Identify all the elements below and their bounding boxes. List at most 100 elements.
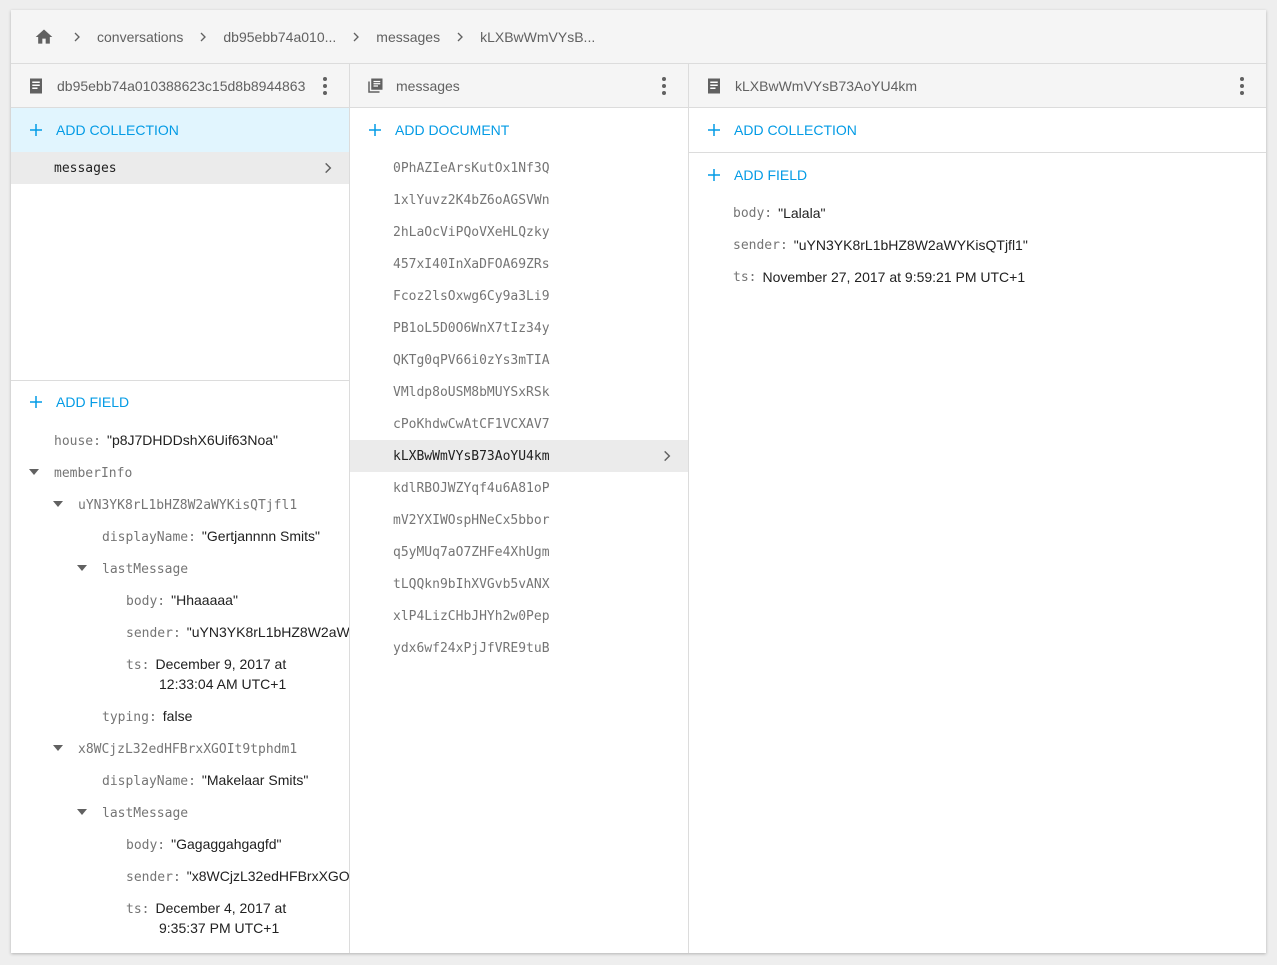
field-m1-sender[interactable]: sender: "uYN3YK8rL1bHZ8W2aWYKisQTjfl1" bbox=[126, 622, 350, 644]
field-row[interactable]: body: "Lalala" bbox=[689, 197, 1266, 229]
triangle-down-icon[interactable] bbox=[29, 467, 39, 477]
document-id: Fcoz2lsOxwg6Cy9a3Li9 bbox=[393, 288, 550, 304]
document-item[interactable]: QKTg0qPV66i0zYs3mTIA bbox=[350, 344, 688, 376]
field-value: "uYN3YK8rL1bHZ8W2aWYKisQTjfl1" bbox=[186, 624, 350, 640]
add-field-button[interactable]: ADD FIELD bbox=[11, 380, 349, 424]
breadcrumb-message-doc[interactable]: kLXBwWmVYsB... bbox=[480, 29, 595, 45]
more-vert-icon[interactable] bbox=[1232, 76, 1252, 96]
plus-icon bbox=[369, 124, 381, 136]
field-m1-displayName[interactable]: displayName: "Gertjannnn Smits" bbox=[102, 526, 320, 548]
message-document-panel: kLXBwWmVYsB73AoYU4km ADD COLLECTION ADD … bbox=[689, 64, 1266, 953]
document-item[interactable]: mV2YXIWOspHNeCx5bbor bbox=[350, 504, 688, 536]
field-m1-body[interactable]: body: "Hhaaaaa" bbox=[126, 590, 238, 612]
field-value: "Makelaar Smits" bbox=[201, 772, 309, 788]
field-value: "Gertjannnn Smits" bbox=[201, 528, 321, 544]
triangle-down-icon[interactable] bbox=[77, 807, 87, 817]
more-vert-icon[interactable] bbox=[315, 76, 335, 96]
field-key: memberInfo bbox=[54, 466, 133, 481]
field-row[interactable]: ts: November 27, 2017 at 9:59:21 PM UTC+1 bbox=[689, 261, 1266, 293]
breadcrumb-conversation-doc[interactable]: db95ebb74a010... bbox=[223, 29, 336, 45]
field-m2-sender[interactable]: sender: "x8WCjzL32edHFBrxXGOIt9tphdm1" bbox=[126, 866, 349, 888]
document-item[interactable]: xlP4LizCHbJHYh2w0Pep bbox=[350, 600, 688, 632]
field-value: December 4, 2017 at bbox=[155, 900, 287, 916]
field-key: sender: bbox=[733, 237, 788, 253]
breadcrumb-conversations[interactable]: conversations bbox=[97, 29, 183, 45]
collection-item-messages[interactable]: messages bbox=[11, 152, 349, 184]
document-item[interactable]: 0PhAZIeArsKutOx1Nf3Q bbox=[350, 152, 688, 184]
add-field-button[interactable]: ADD FIELD bbox=[689, 153, 1266, 197]
field-key: displayName: bbox=[102, 530, 196, 545]
field-key: body: bbox=[126, 838, 166, 853]
document-item[interactable]: ydx6wf24xPjJfVRE9tuB bbox=[350, 632, 688, 664]
document-item[interactable]: cPoKhdwCwAtCF1VCXAV7 bbox=[350, 408, 688, 440]
document-item[interactable]: VMldp8oUSM8bMUYSxRSk bbox=[350, 376, 688, 408]
document-item[interactable]: 457xI40InXaDFOA69ZRs bbox=[350, 248, 688, 280]
document-id: tLQQkn9bIhXVGvb5vANX bbox=[393, 576, 550, 592]
chevron-right-icon bbox=[353, 32, 360, 41]
breadcrumb-messages[interactable]: messages bbox=[376, 29, 440, 45]
field-m2-ts-cont: 9:35:37 PM UTC+1 bbox=[159, 918, 279, 938]
document-item[interactable]: PB1oL5D0O6WnX7tIz34y bbox=[350, 312, 688, 344]
document-item[interactable]: tLQQkn9bIhXVGvb5vANX bbox=[350, 568, 688, 600]
field-key: typing: bbox=[102, 710, 157, 725]
field-key: lastMessage bbox=[102, 806, 189, 821]
field-value: "uYN3YK8rL1bHZ8W2aWYKisQTjfl1" bbox=[793, 237, 1028, 253]
field-key: house: bbox=[54, 434, 101, 449]
field-value: "Hhaaaaa" bbox=[171, 592, 238, 608]
field-house[interactable]: house: "p8J7DHDDshX6Uif63Noa" bbox=[54, 430, 278, 452]
breadcrumb: conversations db95ebb74a010... messages … bbox=[11, 10, 1266, 64]
document-item[interactable]: Fcoz2lsOxwg6Cy9a3Li9 bbox=[350, 280, 688, 312]
field-value: 12:33:04 AM UTC+1 bbox=[159, 676, 287, 692]
add-collection-label: ADD COLLECTION bbox=[734, 122, 857, 138]
field-value: "p8J7DHDDshX6Uif63Noa" bbox=[106, 432, 278, 448]
field-m1-lastMessage[interactable]: lastMessage bbox=[102, 558, 188, 580]
field-key: lastMessage bbox=[102, 562, 189, 577]
field-key: sender: bbox=[126, 626, 181, 641]
firestore-data-viewer: conversations db95ebb74a010... messages … bbox=[11, 10, 1266, 953]
chevron-right-icon bbox=[325, 162, 332, 174]
document-panel: db95ebb74a010388623c15d8b8944863 ADD COL… bbox=[11, 64, 350, 953]
document-item[interactable]: kdlRBOJWZYqf4u6A81oP bbox=[350, 472, 688, 504]
field-m2-ts[interactable]: ts: December 4, 2017 at bbox=[126, 898, 286, 920]
add-document-button[interactable]: ADD DOCUMENT bbox=[350, 108, 688, 152]
document-panel-title: db95ebb74a010388623c15d8b8944863 bbox=[57, 77, 306, 94]
field-m2-lastMessage[interactable]: lastMessage bbox=[102, 802, 188, 824]
field-value: December 9, 2017 at bbox=[155, 656, 287, 672]
plus-icon bbox=[30, 124, 42, 136]
field-row[interactable]: sender: "uYN3YK8rL1bHZ8W2aWYKisQTjfl1" bbox=[689, 229, 1266, 261]
triangle-down-icon[interactable] bbox=[77, 563, 87, 573]
document-item[interactable]: q5yMUq7aO7ZHFe4XhUgm bbox=[350, 536, 688, 568]
field-value: November 27, 2017 at 9:59:21 PM UTC+1 bbox=[762, 269, 1026, 285]
add-collection-button[interactable]: ADD COLLECTION bbox=[689, 108, 1266, 152]
document-id: mV2YXIWOspHNeCx5bbor bbox=[393, 512, 550, 528]
field-m1-typing[interactable]: typing: false bbox=[102, 706, 192, 728]
document-id: PB1oL5D0O6WnX7tIz34y bbox=[393, 320, 550, 336]
add-collection-button[interactable]: ADD COLLECTION bbox=[11, 108, 349, 152]
field-m2-body[interactable]: body: "Gagaggahgagfd" bbox=[126, 834, 282, 856]
document-item[interactable]: kLXBwWmVYsB73AoYU4km bbox=[350, 440, 688, 472]
chevron-right-icon bbox=[200, 32, 207, 41]
home-icon[interactable] bbox=[33, 27, 55, 47]
document-item[interactable]: 1xlYuvz2K4bZ6oAGSVWn bbox=[350, 184, 688, 216]
triangle-down-icon[interactable] bbox=[53, 743, 63, 753]
field-memberInfo[interactable]: memberInfo bbox=[54, 462, 132, 484]
field-m2-displayName[interactable]: displayName: "Makelaar Smits" bbox=[102, 770, 308, 792]
document-id: q5yMUq7aO7ZHFe4XhUgm bbox=[393, 544, 550, 560]
collection-panel-header: messages bbox=[350, 64, 688, 108]
document-item[interactable]: 2hLaOcViPQoVXeHLQzky bbox=[350, 216, 688, 248]
more-vert-icon[interactable] bbox=[654, 76, 674, 96]
field-key: ts: bbox=[733, 269, 757, 285]
document-id: ydx6wf24xPjJfVRE9tuB bbox=[393, 640, 550, 656]
field-member-1[interactable]: uYN3YK8rL1bHZ8W2aWYKisQTjfl1 bbox=[78, 494, 297, 516]
field-m1-ts[interactable]: ts: December 9, 2017 at bbox=[126, 654, 286, 676]
field-key: x8WCjzL32edHFBrxXGOIt9tphdm1 bbox=[78, 742, 298, 757]
field-m1-ts-cont: 12:33:04 AM UTC+1 bbox=[159, 674, 286, 694]
document-id: xlP4LizCHbJHYh2w0Pep bbox=[393, 608, 550, 624]
add-field-label: ADD FIELD bbox=[56, 394, 130, 410]
field-member-2[interactable]: x8WCjzL32edHFBrxXGOIt9tphdm1 bbox=[78, 738, 297, 760]
document-icon bbox=[30, 78, 42, 93]
message-document-title: kLXBwWmVYsB73AoYU4km bbox=[735, 77, 918, 94]
message-document-header: kLXBwWmVYsB73AoYU4km bbox=[689, 64, 1266, 108]
add-collection-label: ADD COLLECTION bbox=[56, 122, 179, 138]
triangle-down-icon[interactable] bbox=[53, 499, 63, 509]
